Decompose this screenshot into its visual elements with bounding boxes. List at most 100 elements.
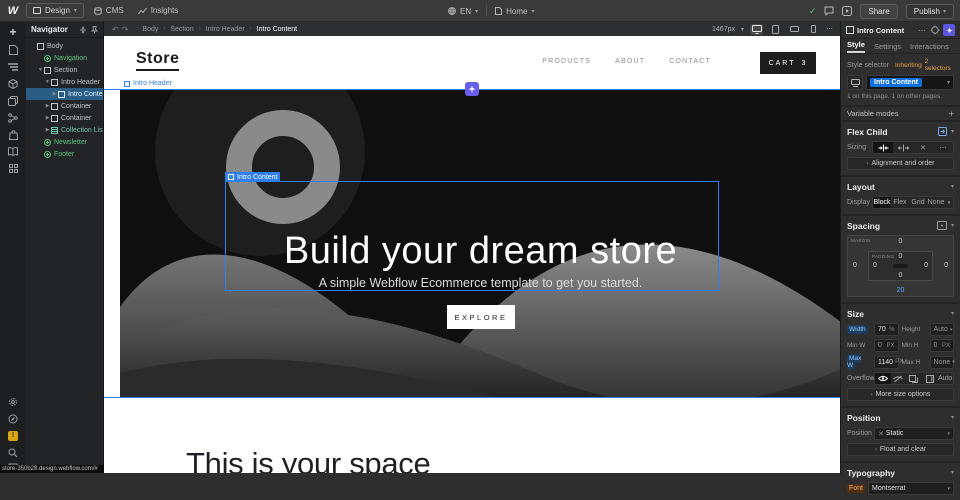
insights-button[interactable]: Insights (138, 6, 179, 15)
assets-button[interactable] (0, 92, 26, 109)
tree-item-footer[interactable]: Footer (26, 148, 103, 160)
pages-button[interactable] (0, 41, 26, 58)
libraries-button[interactable] (0, 143, 26, 160)
padding-top-value[interactable]: 0 (869, 253, 932, 260)
overflow-visible-option[interactable] (875, 373, 891, 384)
next-section-heading[interactable]: This is your space (186, 446, 430, 473)
tree-item-collection-list[interactable]: ▶ Collection List Wra... (26, 124, 103, 136)
margin-right-value[interactable]: 0 (944, 262, 948, 269)
chevron-icon[interactable]: ▾ (951, 128, 954, 135)
settings-button[interactable] (0, 393, 26, 410)
width-label[interactable]: Width (847, 325, 868, 334)
spacing-drag-handle[interactable] (465, 82, 479, 96)
audit-panel-button[interactable]: ! (0, 427, 26, 444)
share-button[interactable]: Share (860, 4, 897, 19)
tree-item-navigation[interactable]: Navigation (26, 52, 103, 64)
caret-right-icon[interactable]: ▶ (44, 103, 51, 109)
chevron-icon[interactable]: ▾ (951, 310, 954, 317)
spacing-widget[interactable]: MARGIN 0 0 0 20 PADDING 0 0 0 0 (847, 235, 954, 297)
ai-assistant-button[interactable] (943, 24, 955, 36)
element-tag-intro-header[interactable]: Intro Header (122, 80, 174, 87)
caret-down-icon[interactable]: ▼ (44, 79, 51, 85)
tab-settings[interactable]: Settings (874, 42, 901, 53)
padding-right-value[interactable]: 0 (924, 262, 928, 269)
max-height-input[interactable]: None▾ (930, 356, 955, 369)
breakpoint-phone-landscape-icon[interactable] (788, 24, 801, 35)
help-button[interactable] (0, 410, 26, 427)
max-width-input[interactable]: 1140PX (874, 356, 899, 369)
more-breakpoints-icon[interactable]: ⋯ (826, 25, 833, 33)
min-width-input[interactable]: 0PX (874, 339, 899, 352)
margin-top-value[interactable]: 0 (848, 238, 953, 245)
components-button[interactable] (0, 75, 26, 92)
padding-box[interactable]: PADDING 0 0 0 0 (868, 251, 933, 281)
caret-down-icon[interactable]: ▼ (37, 67, 44, 73)
flex-shrink-option[interactable] (873, 142, 893, 153)
tab-interactions[interactable]: Interactions (910, 42, 949, 53)
display-more-dropdown[interactable]: ▾ (945, 197, 953, 208)
more-options-icon[interactable]: ⋯ (918, 26, 927, 35)
redo-icon[interactable]: ↷ (122, 25, 129, 34)
tree-item-section[interactable]: ▼ Section (26, 64, 103, 76)
preview-icon[interactable] (842, 6, 852, 16)
tree-item-intro-header[interactable]: ▼ Intro Header (26, 76, 103, 88)
design-mode-button[interactable]: Design ▾ (26, 3, 84, 18)
add-variable-mode-button[interactable]: + (949, 109, 954, 119)
margin-bottom-value[interactable]: 20 (848, 287, 953, 294)
apps-button[interactable] (0, 160, 26, 177)
breadcrumb-item[interactable]: Intro Header (206, 26, 245, 33)
class-pill[interactable]: Intro Content (870, 78, 922, 87)
explore-button[interactable]: EXPLORE (447, 305, 515, 329)
comments-icon[interactable] (824, 6, 834, 16)
tab-style[interactable]: Style (847, 40, 865, 53)
breadcrumb-item[interactable]: Body (142, 26, 158, 33)
spacing-link-icon[interactable] (937, 221, 947, 230)
overflow-auto-option[interactable]: Auto (937, 373, 953, 384)
padding-bottom-value[interactable]: 0 (869, 272, 932, 279)
tree-item-newsletter[interactable]: Newsletter (26, 136, 103, 148)
margin-left-value[interactable]: 0 (853, 262, 857, 269)
ecommerce-button[interactable] (0, 126, 26, 143)
element-tag-intro-content[interactable]: Intro Content (225, 172, 280, 182)
create-component-icon[interactable] (930, 25, 940, 35)
nav-link-products[interactable]: PRODUCTS (542, 58, 591, 65)
flex-more-option[interactable]: ⋯ (933, 142, 953, 153)
display-flex-option[interactable]: Flex (891, 197, 909, 208)
variables-button[interactable] (0, 109, 26, 126)
font-select[interactable]: Montserrat ▾ (868, 482, 954, 495)
cms-button[interactable]: CMS (94, 6, 124, 15)
inherited-selectors-link[interactable]: 2 selectors (925, 58, 954, 72)
display-none-option[interactable]: None (927, 197, 945, 208)
position-select[interactable]: ✕ Static ▾ (874, 427, 954, 440)
breakpoint-desktop-icon[interactable] (750, 24, 763, 35)
tree-item-intro-content[interactable]: ▶ Intro Content (26, 88, 103, 100)
page-selector[interactable]: Home ▾ (495, 7, 534, 16)
min-height-input[interactable]: 0PX (930, 339, 955, 352)
pin-icon[interactable] (91, 26, 98, 34)
navigator-button[interactable] (0, 58, 26, 75)
add-element-button[interactable]: + (0, 22, 26, 41)
undo-icon[interactable]: ↶ (112, 25, 119, 34)
more-size-options-button[interactable]: ›More size options (847, 388, 954, 401)
alignment-and-order-button[interactable]: ›Alignment and order (847, 157, 954, 170)
search-button[interactable] (0, 444, 26, 461)
nav-link-contact[interactable]: CONTACT (669, 58, 711, 65)
collapse-all-icon[interactable] (79, 26, 87, 34)
caret-right-icon[interactable]: ▶ (51, 91, 58, 97)
inheritance-menu-button[interactable] (847, 75, 863, 90)
chevron-icon[interactable]: ▾ (951, 183, 954, 190)
chevron-icon[interactable]: ▾ (951, 222, 954, 229)
cart-button[interactable]: CART 3 (760, 52, 816, 74)
float-and-clear-button[interactable]: ›Float and clear (847, 443, 954, 456)
chevron-icon[interactable]: ▾ (951, 414, 954, 421)
flex-none-option[interactable]: ✕ (913, 142, 933, 153)
publish-button[interactable]: Publish ▾ (906, 4, 954, 19)
padding-left-value[interactable]: 0 (873, 262, 877, 269)
display-block-option[interactable]: Block (873, 197, 891, 208)
overflow-clip-option[interactable] (906, 373, 922, 384)
breadcrumb-item[interactable]: Section (170, 26, 193, 33)
class-selector-input[interactable]: Intro Content ▾ (866, 75, 954, 90)
nav-link-about[interactable]: ABOUT (615, 58, 645, 65)
caret-right-icon[interactable]: ▶ (44, 127, 51, 133)
caret-right-icon[interactable]: ▶ (44, 115, 51, 121)
